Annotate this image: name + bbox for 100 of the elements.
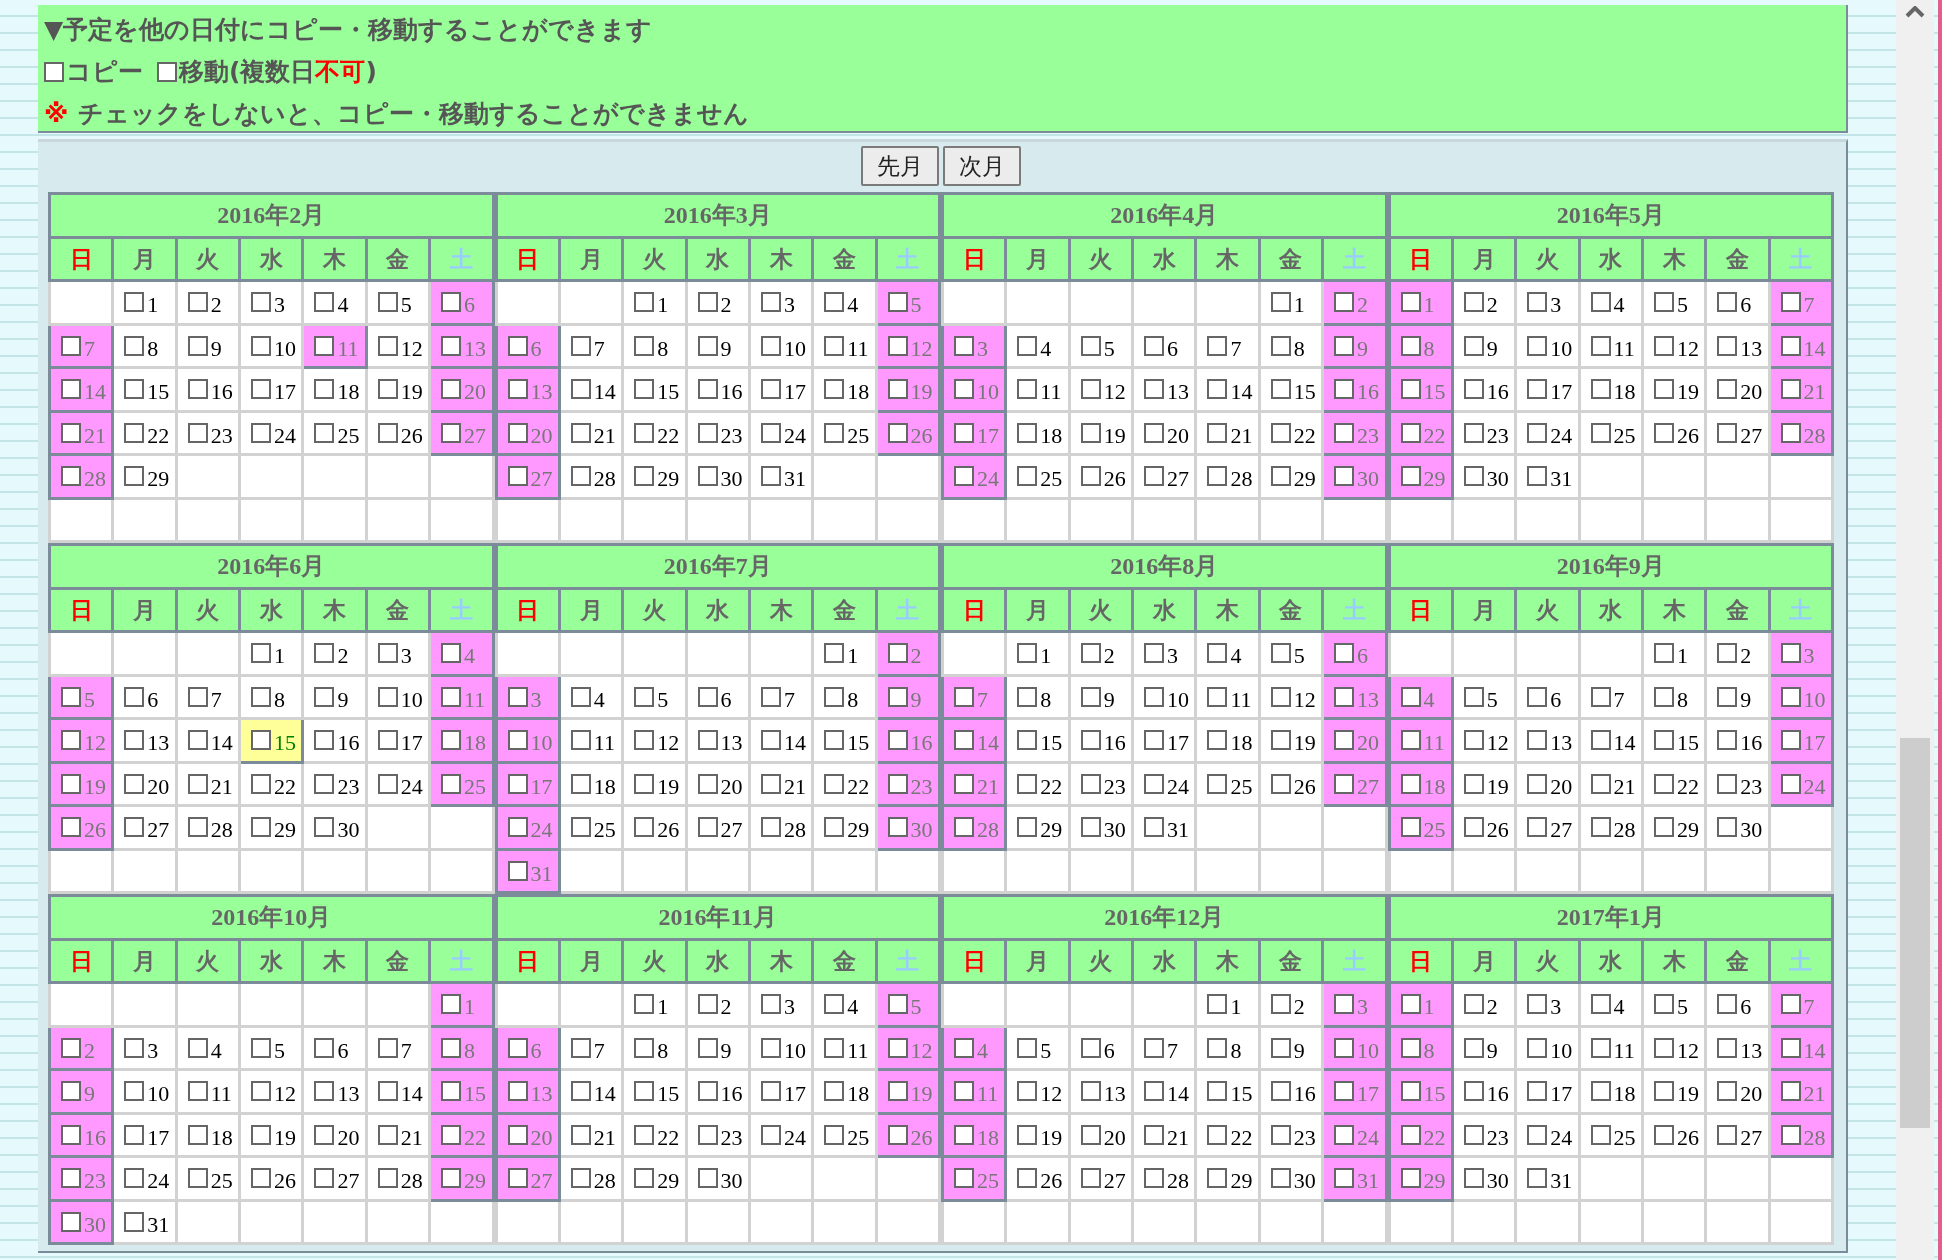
day-checkbox[interactable] (570, 422, 591, 443)
day-checkbox[interactable] (187, 817, 208, 838)
day-checkbox[interactable] (1334, 292, 1355, 313)
day-checkbox[interactable] (697, 335, 718, 356)
day-checkbox[interactable] (314, 292, 335, 313)
day-checkbox[interactable] (1400, 1037, 1421, 1058)
day-checkbox[interactable] (507, 730, 528, 751)
day-checkbox[interactable] (377, 1081, 398, 1102)
day-checkbox[interactable] (507, 1081, 528, 1102)
day-checkbox[interactable] (1527, 773, 1548, 794)
day-checkbox[interactable] (1270, 643, 1291, 664)
month-nav-button[interactable]: 先月 (861, 146, 939, 186)
day-checkbox[interactable] (697, 1124, 718, 1145)
day-checkbox[interactable] (251, 1124, 272, 1145)
day-checkbox[interactable] (1017, 1124, 1038, 1145)
day-checkbox[interactable] (314, 686, 335, 707)
day-checkbox[interactable] (507, 817, 528, 838)
day-checkbox[interactable] (1400, 1081, 1421, 1102)
day-checkbox[interactable] (1400, 773, 1421, 794)
day-checkbox[interactable] (697, 994, 718, 1015)
day-checkbox[interactable] (1334, 686, 1355, 707)
day-checkbox[interactable] (1144, 466, 1165, 487)
day-checkbox[interactable] (954, 730, 974, 751)
day-checkbox[interactable] (634, 335, 655, 356)
day-checkbox[interactable] (1334, 730, 1355, 751)
day-checkbox[interactable] (634, 466, 655, 487)
day-checkbox[interactable] (1653, 1081, 1674, 1102)
day-checkbox[interactable] (1780, 773, 1801, 794)
day-checkbox[interactable] (954, 335, 974, 356)
day-checkbox[interactable] (61, 773, 81, 794)
day-checkbox[interactable] (887, 1037, 908, 1058)
day-checkbox[interactable] (441, 1124, 462, 1145)
day-checkbox[interactable] (824, 1037, 845, 1058)
day-checkbox[interactable] (251, 686, 272, 707)
day-checkbox[interactable] (124, 466, 145, 487)
day-checkbox[interactable] (697, 1168, 718, 1189)
day-checkbox[interactable] (1400, 686, 1421, 707)
day-checkbox[interactable] (124, 1124, 145, 1145)
day-checkbox[interactable] (1717, 422, 1738, 443)
day-checkbox[interactable] (1144, 379, 1165, 400)
option-label[interactable]: コピー (66, 51, 143, 93)
day-checkbox[interactable] (61, 686, 81, 707)
day-checkbox[interactable] (1144, 1037, 1165, 1058)
day-checkbox[interactable] (697, 817, 718, 838)
day-checkbox[interactable] (1463, 1037, 1484, 1058)
day-checkbox[interactable] (824, 422, 845, 443)
day-checkbox[interactable] (507, 686, 528, 707)
day-checkbox[interactable] (314, 1081, 335, 1102)
day-checkbox[interactable] (61, 1168, 81, 1189)
day-checkbox[interactable] (1463, 1168, 1484, 1189)
day-checkbox[interactable] (61, 335, 81, 356)
day-checkbox[interactable] (887, 292, 908, 313)
day-checkbox[interactable] (1463, 773, 1484, 794)
day-checkbox[interactable] (1334, 1124, 1355, 1145)
day-checkbox[interactable] (1653, 730, 1674, 751)
day-checkbox[interactable] (760, 994, 781, 1015)
day-checkbox[interactable] (954, 466, 974, 487)
day-checkbox[interactable] (1017, 1168, 1038, 1189)
day-checkbox[interactable] (314, 1124, 335, 1145)
day-checkbox[interactable] (887, 817, 908, 838)
scroll-thumb[interactable] (1900, 738, 1930, 1128)
day-checkbox[interactable] (1653, 994, 1674, 1015)
day-checkbox[interactable] (570, 817, 591, 838)
day-checkbox[interactable] (1207, 1081, 1228, 1102)
day-checkbox[interactable] (887, 686, 908, 707)
day-checkbox[interactable] (1270, 730, 1291, 751)
day-checkbox[interactable] (1780, 643, 1801, 664)
day-checkbox[interactable] (1080, 379, 1101, 400)
day-checkbox[interactable] (887, 1124, 908, 1145)
day-checkbox[interactable] (187, 335, 208, 356)
day-checkbox[interactable] (124, 292, 145, 313)
day-checkbox[interactable] (1017, 1037, 1038, 1058)
day-checkbox[interactable] (1590, 1037, 1611, 1058)
day-checkbox[interactable] (1400, 379, 1421, 400)
day-checkbox[interactable] (124, 335, 145, 356)
day-checkbox[interactable] (1270, 1168, 1291, 1189)
day-checkbox[interactable] (187, 1124, 208, 1145)
day-checkbox[interactable] (760, 686, 781, 707)
day-checkbox[interactable] (1653, 379, 1674, 400)
day-checkbox[interactable] (1717, 773, 1738, 794)
day-checkbox[interactable] (507, 335, 528, 356)
day-checkbox[interactable] (1590, 773, 1611, 794)
day-checkbox[interactable] (1717, 292, 1738, 313)
day-checkbox[interactable] (887, 335, 908, 356)
day-checkbox[interactable] (441, 994, 462, 1015)
day-checkbox[interactable] (1270, 466, 1291, 487)
day-checkbox[interactable] (251, 1037, 272, 1058)
day-checkbox[interactable] (441, 1168, 462, 1189)
day-checkbox[interactable] (377, 1168, 398, 1189)
day-checkbox[interactable] (1590, 994, 1611, 1015)
day-checkbox[interactable] (1717, 643, 1738, 664)
day-checkbox[interactable] (1463, 686, 1484, 707)
day-checkbox[interactable] (1717, 686, 1738, 707)
day-checkbox[interactable] (1207, 379, 1228, 400)
day-checkbox[interactable] (441, 686, 462, 707)
day-checkbox[interactable] (1080, 466, 1101, 487)
day-checkbox[interactable] (1400, 994, 1421, 1015)
day-checkbox[interactable] (1590, 379, 1611, 400)
day-checkbox[interactable] (251, 1168, 272, 1189)
day-checkbox[interactable] (1270, 1037, 1291, 1058)
